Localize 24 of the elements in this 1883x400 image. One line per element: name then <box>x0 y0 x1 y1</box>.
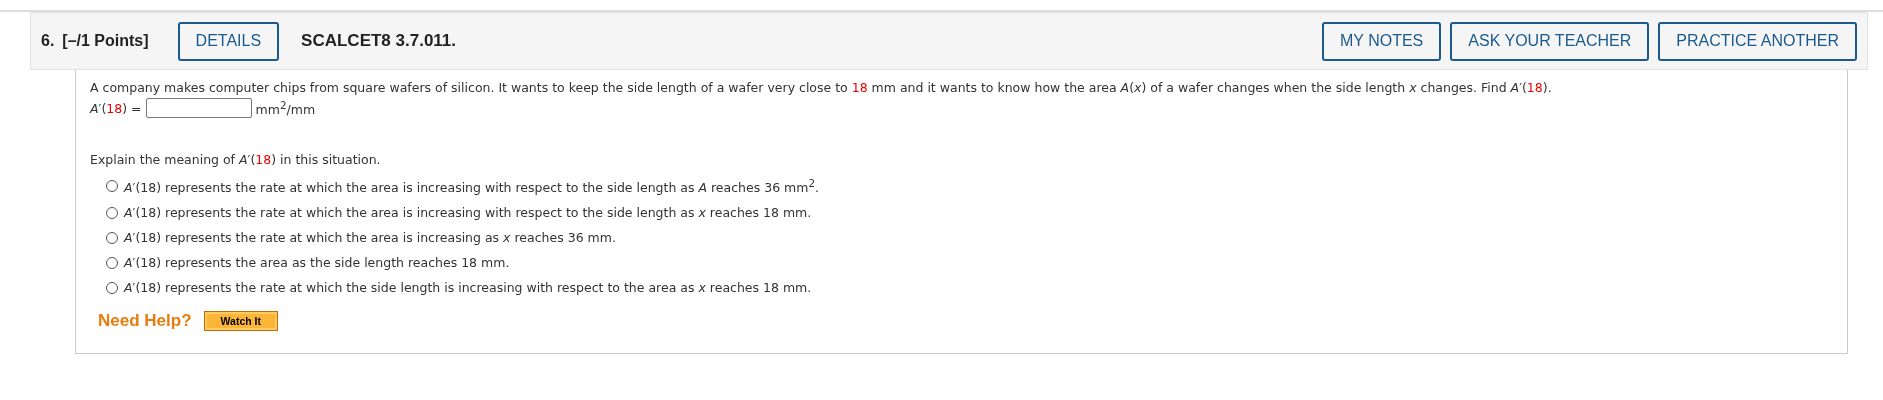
radio-button[interactable] <box>106 231 118 244</box>
need-help-label: Need Help? <box>98 311 192 332</box>
option-text: A′(18) represents the area as the side length reaches 18 mm. <box>124 255 510 271</box>
radio-button[interactable] <box>106 206 118 219</box>
details-button[interactable]: DETAILS <box>177 21 280 61</box>
action-button[interactable]: ASK YOUR TEACHER <box>1450 21 1650 61</box>
explain-prompt: Explain the meaning of A′(18) in this situation. <box>90 152 382 167</box>
question-code: SCALCET8 3.7.011. <box>301 31 457 51</box>
unit-label: mm$^{2}$/mm <box>255 98 316 118</box>
radio-button[interactable] <box>106 281 118 294</box>
answer-label: A′(18) = <box>90 100 142 116</box>
points-label: [–/1 Points] <box>62 32 149 50</box>
watch-it-button[interactable]: Watch It <box>203 311 278 332</box>
action-button[interactable]: PRACTICE ANOTHER <box>1658 21 1857 61</box>
question-number: 6. <box>41 32 55 50</box>
option-text: A′(18) represents the rate at which the area is increasing with respect to the side length as A reaches 36 mm$^{2}$. <box>124 177 820 196</box>
radio-button[interactable] <box>106 180 118 193</box>
option-text: A′(18) represents the rate at which the area is increasing with respect to the side length as x reaches 18 mm. <box>124 205 812 221</box>
option-text: A′(18) represents the rate at which the area is increasing as x reaches 36 mm. <box>124 230 616 246</box>
action-button[interactable]: MY NOTES <box>1322 21 1442 61</box>
answer-field[interactable] <box>145 98 252 118</box>
question-text: A company makes computer chips from square wafers of silicon. It wants to keep the side length of a wafer very close to 18 mm and it wants to know how the area A(x) of a wafer changes when the side length x changes. Find A′(18). <box>90 80 1553 95</box>
radio-button[interactable] <box>106 256 118 269</box>
option-text: A′(18) represents the rate at which the side length is increasing with respect to the area as x reaches 18 mm. <box>124 280 812 296</box>
